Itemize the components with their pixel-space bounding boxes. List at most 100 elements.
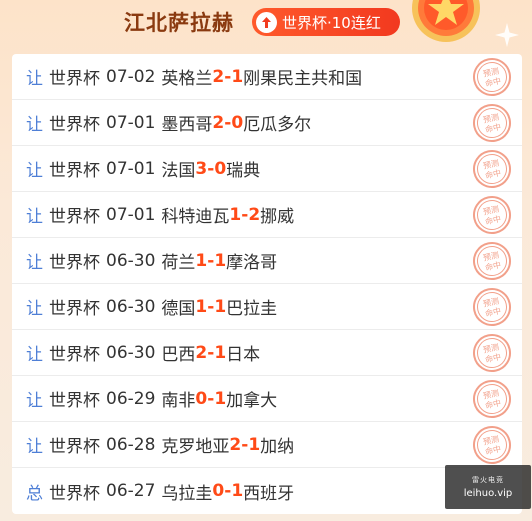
away-score: 1 [231, 66, 244, 87]
match-date: 06-30 [106, 296, 156, 317]
home-team: 法国 [161, 161, 196, 181]
prediction-hit-stamp: 预测命中 [473, 288, 511, 326]
away-score: 0 [214, 158, 227, 179]
match-row[interactable]: 让世界杯 07-02 英格兰 2 - 1 刚果民主共和国 预测 命中 [12, 54, 522, 100]
match-date: 06-28 [106, 434, 156, 455]
prediction-hit-stamp: 预测命中 [473, 426, 511, 464]
match-date: 07-01 [106, 204, 156, 225]
watermark-brand: 雷火电竞 [472, 476, 504, 484]
away-team: 西班牙 [243, 483, 295, 504]
watermark-url: leihuo.vip [463, 488, 513, 499]
score-separator: - [241, 434, 249, 455]
market-tag: 让 [26, 115, 43, 135]
home-team: 克罗地亚 [161, 437, 230, 457]
away-score: 1 [231, 481, 244, 501]
market-tag: 让 [26, 345, 43, 365]
prediction-hit-stamp: 预测命中 [473, 58, 511, 96]
home-score: 0 [195, 388, 208, 409]
match-row[interactable]: 让世界杯 07-01 墨西哥 2 - 0 厄瓜多尔 预测 命中 [12, 100, 522, 146]
home-score: 1 [195, 250, 208, 271]
competition-label: 世界杯 [49, 391, 100, 411]
medal-icon [412, 0, 480, 42]
away-team: 厄瓜多尔 [243, 115, 312, 135]
match-date: 07-01 [106, 158, 156, 179]
streak-label: 世界杯·10连红 [282, 13, 381, 32]
home-team: 荷兰 [161, 253, 196, 273]
home-team: 乌拉圭 [161, 483, 213, 504]
score-separator: - [224, 112, 232, 133]
home-score: 2 [229, 434, 242, 455]
score-separator: - [207, 296, 215, 317]
competition-label: 世界杯 [49, 115, 100, 135]
score-separator: - [241, 204, 249, 225]
home-team: 墨西哥 [161, 115, 213, 135]
match-date: 06-30 [106, 250, 156, 271]
score-separator: - [224, 481, 232, 501]
match-row[interactable]: 让世界杯 06-30 荷兰 1 - 1 摩洛哥 预测 命中 [12, 238, 522, 284]
away-score: 0 [231, 112, 244, 133]
away-score: 1 [214, 250, 227, 271]
sparkle-icon [495, 23, 519, 47]
competition-label: 世界杯 [49, 253, 100, 273]
away-score: 2 [248, 204, 261, 225]
prediction-hit-stamp: 预测命中 [473, 242, 511, 280]
away-team: 瑞典 [226, 161, 261, 181]
match-row[interactable]: 让世界杯 06-30 巴西 2 - 1 日本 预测 命中 [12, 330, 522, 376]
prediction-hit-stamp: 预测命中 [473, 150, 511, 188]
match-row[interactable]: 让世界杯 07-01 法国 3 - 0 瑞典 预测 命中 [12, 146, 522, 192]
match-date: 06-29 [106, 388, 156, 409]
match-date: 07-01 [106, 112, 156, 133]
away-team: 巴拉圭 [226, 299, 278, 319]
home-score: 1 [229, 204, 242, 225]
score-separator: - [207, 342, 215, 363]
home-score: 2 [212, 112, 225, 133]
away-score: 1 [214, 388, 227, 409]
market-tag: 让 [26, 161, 43, 181]
home-team: 英格兰 [161, 69, 213, 89]
streak-badge: 世界杯·10连红 [252, 8, 400, 36]
away-score: 1 [248, 434, 261, 455]
home-team: 南非 [161, 391, 196, 411]
header: 江北萨拉赫 世界杯·10连红 [0, 0, 532, 48]
home-team: 巴西 [161, 345, 196, 365]
market-tag: 让 [26, 69, 43, 89]
away-score: 1 [214, 342, 227, 363]
score-separator: - [224, 66, 232, 87]
away-team: 刚果民主共和国 [243, 69, 363, 89]
arrow-up-icon [256, 11, 277, 33]
market-tag: 让 [26, 207, 43, 227]
competition-label: 世界杯 [49, 299, 100, 319]
market-tag: 让 [26, 391, 43, 411]
competition-label: 世界杯 [49, 437, 100, 457]
match-row[interactable]: 让世界杯 06-30 德国 1 - 1 巴拉圭 预测 命中 [12, 284, 522, 330]
market-tag: 让 [26, 437, 43, 457]
match-date: 06-30 [106, 342, 156, 363]
away-team: 加拿大 [226, 391, 278, 411]
competition-label: 世界杯 [49, 483, 100, 504]
prediction-record-list: 让世界杯 07-02 英格兰 2 - 1 刚果民主共和国 预测 命中让世界杯 07-01 墨西哥… [12, 54, 522, 514]
competition-label: 世界杯 [49, 345, 100, 365]
away-team: 加纳 [260, 437, 295, 457]
away-team: 日本 [226, 345, 261, 365]
away-score: 1 [214, 296, 227, 317]
home-team: 德国 [161, 299, 196, 319]
away-team: 摩洛哥 [226, 253, 278, 273]
match-row[interactable]: 让世界杯 06-29 南非 0 - 1 加拿大 预测 命中 [12, 376, 522, 422]
site-watermark: 雷火电竞 leihuo.vip [445, 465, 531, 509]
score-separator: - [207, 158, 215, 179]
score-separator: - [207, 250, 215, 271]
prediction-hit-stamp: 预测命中 [473, 196, 511, 234]
prediction-hit-stamp: 预测命中 [473, 334, 511, 372]
competition-label: 世界杯 [49, 161, 100, 181]
match-row[interactable]: 让世界杯 06-28 克罗地亚 2 - 1 加纳 预测 命中 [12, 422, 522, 468]
market-tag: 总 [26, 483, 43, 504]
market-tag: 让 [26, 299, 43, 319]
match-row[interactable]: 让世界杯 07-01 科特迪瓦 1 - 2 挪威 预测 命中 [12, 192, 522, 238]
competition-label: 世界杯 [49, 69, 100, 89]
home-score: 2 [212, 66, 225, 87]
score-separator: - [207, 388, 215, 409]
home-score: 0 [212, 481, 225, 501]
home-score: 2 [195, 342, 208, 363]
prediction-hit-stamp: 预测命中 [473, 380, 511, 418]
away-team: 挪威 [260, 207, 295, 227]
